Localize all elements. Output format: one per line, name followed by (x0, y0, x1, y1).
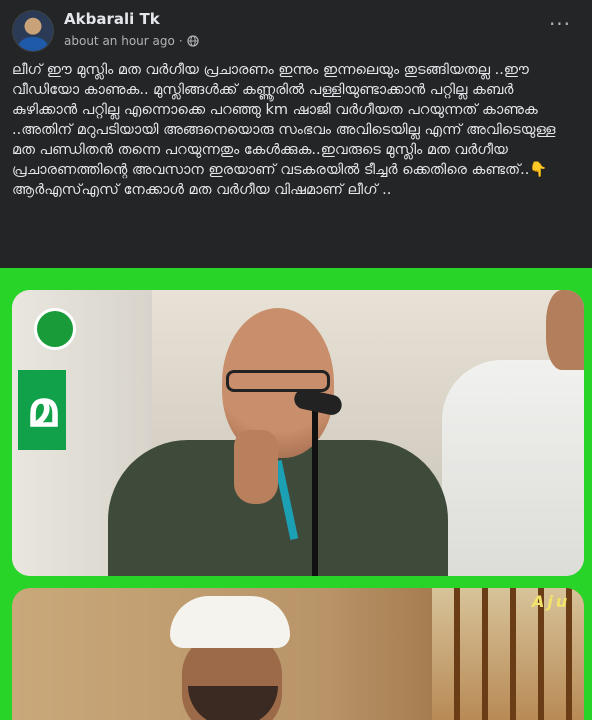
author-avatar[interactable] (12, 10, 54, 52)
banner-text: മ (18, 370, 66, 450)
post-timestamp[interactable]: about an hour ago (64, 34, 175, 48)
video-frame-speaker[interactable]: മ (12, 290, 584, 576)
avatar-shirt (17, 37, 49, 51)
person-right (442, 360, 584, 576)
globe-icon[interactable] (187, 35, 199, 47)
cleric-beard (188, 686, 278, 720)
post-meta: about an hour ago · (64, 34, 199, 48)
party-emblem (34, 308, 76, 350)
post-header: Akbarali Tk about an hour ago · ··· (0, 0, 592, 58)
author-name[interactable]: Akbarali Tk (64, 10, 160, 28)
microphone-stand (312, 402, 318, 576)
person-right-head (546, 290, 584, 370)
video-watermark: Aju (532, 592, 571, 611)
more-options-button[interactable]: ··· (544, 12, 576, 36)
post-text: ലീഗ് ഈ മുസ്ലിം മത വർഗീയ പ്രചാരണം ഇന്നും … (12, 62, 556, 198)
cleric-turban (170, 596, 290, 648)
meta-separator: · (178, 34, 183, 48)
speaker-hand (234, 430, 278, 504)
speaker-glasses (226, 370, 330, 392)
video-frame-cleric[interactable]: Aju (12, 588, 584, 720)
post-media[interactable]: മ Aju (0, 268, 592, 720)
